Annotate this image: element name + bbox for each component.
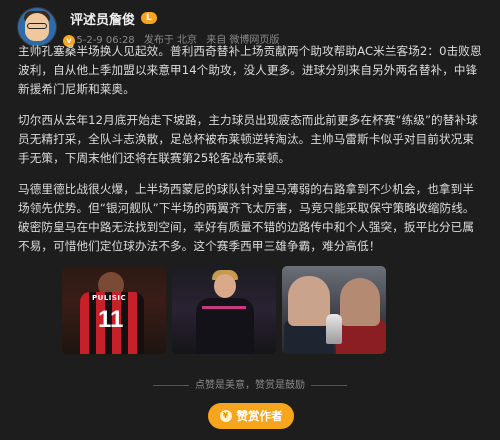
image-grid: PULISIC 11 bbox=[62, 266, 386, 354]
paragraph: 马德里德比战很火爆，上半场西蒙尼的球队针对皇马薄弱的右路拿到不少机会，也拿到半场… bbox=[18, 182, 475, 253]
avatar-glasses bbox=[27, 23, 47, 29]
divider bbox=[311, 384, 347, 386]
reward-hint-text: 点赞是美意，赞赏是鼓励 bbox=[195, 380, 305, 391]
post-image-3[interactable] bbox=[282, 266, 386, 354]
name-row: 评述员詹俊 L bbox=[70, 9, 285, 28]
level-badge: L bbox=[141, 12, 157, 24]
divider bbox=[153, 384, 189, 386]
player-head bbox=[214, 274, 236, 298]
coin-icon: ¥ bbox=[219, 410, 232, 422]
weibo-post: v 评述员詹俊 L 25-2-9 06:28 发布于 北京 来自 微博网页版 主… bbox=[0, 0, 500, 440]
jersey-number: 11 bbox=[98, 306, 124, 333]
avatar[interactable] bbox=[18, 8, 56, 46]
author-meta: 评述员詹俊 L 25-2-9 06:28 发布于 北京 来自 微博网页版 bbox=[70, 9, 285, 46]
paragraph: 主帅孔塞桑半场换人见起效。普利西奇替补上场贡献两个助攻帮助AC米兰客场2：0击败… bbox=[18, 44, 482, 96]
author-name[interactable]: 评述员詹俊 bbox=[70, 9, 135, 28]
jersey-name: PULISIC bbox=[92, 294, 127, 302]
coach-head-left bbox=[288, 276, 330, 326]
post-image-2[interactable] bbox=[172, 266, 276, 354]
trophy-icon bbox=[326, 314, 342, 344]
post-body: 主帅孔塞桑半场换人见起效。普利西奇替补上场贡献两个助攻帮助AC米兰客场2：0击败… bbox=[18, 42, 482, 268]
reward-label: 赞赏作者 bbox=[236, 409, 283, 423]
post-image-1[interactable]: PULISIC 11 bbox=[62, 266, 166, 354]
shirt-stripe bbox=[202, 306, 246, 309]
reward-author-button[interactable]: ¥ 赞赏作者 bbox=[208, 403, 294, 429]
coach-head-right bbox=[340, 278, 380, 326]
reward-hint: 点赞是美意，赞赏是鼓励 bbox=[0, 376, 500, 391]
paragraph: 切尔西从去年12月底开始走下坡路，主力球员出现疲态而此前更多在杯赛“练级”的替补… bbox=[18, 113, 478, 165]
